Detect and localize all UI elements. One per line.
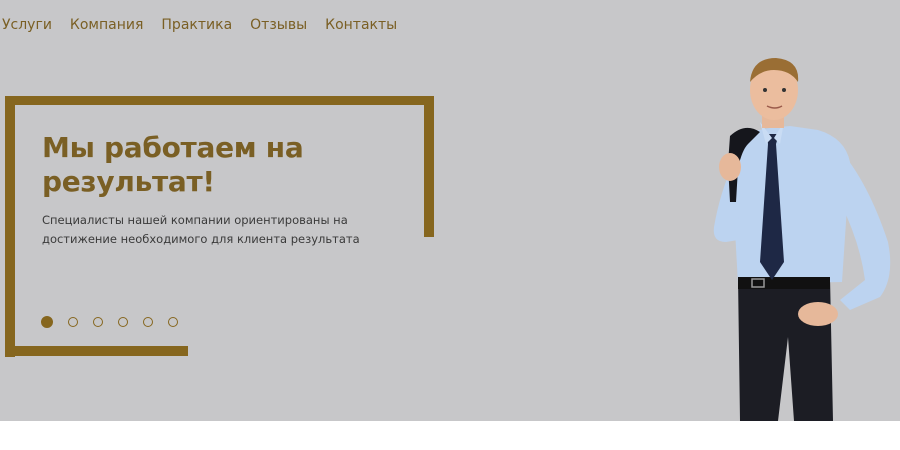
frame-left-border	[5, 96, 15, 357]
slider-dot-2[interactable]	[68, 317, 78, 327]
hero-title: Мы работаем на результат!	[42, 131, 304, 198]
frame-right-border	[424, 96, 434, 237]
hero-banner: Услуги Компания Практика Отзывы Контакты…	[0, 0, 900, 421]
nav-item-services[interactable]: Услуги	[2, 17, 52, 33]
nav-item-company[interactable]: Компания	[70, 17, 143, 33]
slider-dot-1[interactable]	[41, 316, 53, 328]
slider-dots	[41, 316, 178, 328]
nav-item-contacts[interactable]: Контакты	[325, 17, 397, 33]
slider-dot-5[interactable]	[143, 317, 153, 327]
frame-top-border	[5, 96, 434, 105]
businessman-image	[713, 58, 891, 421]
slider-dot-6[interactable]	[168, 317, 178, 327]
main-nav: Услуги Компания Практика Отзывы Контакты	[2, 17, 397, 33]
hero-description: Специалисты нашей компании ориентированы…	[42, 213, 360, 246]
slider-dot-3[interactable]	[93, 317, 103, 327]
nav-item-reviews[interactable]: Отзывы	[250, 17, 307, 33]
frame-bottom-border	[5, 346, 188, 356]
slider-dot-4[interactable]	[118, 317, 128, 327]
nav-item-practice[interactable]: Практика	[161, 17, 232, 33]
page-bottom	[0, 421, 900, 450]
